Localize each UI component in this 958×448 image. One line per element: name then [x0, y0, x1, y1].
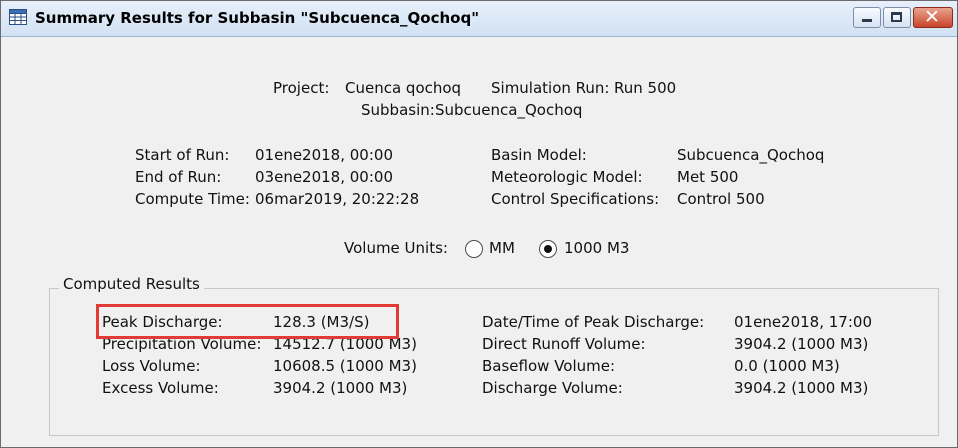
control-specifications-label: Control Specifications: [491, 190, 660, 208]
meteorologic-model-value: Met 500 [677, 168, 739, 186]
loss-volume-label: Loss Volume: [102, 357, 201, 375]
start-of-run-value: 01ene2018, 00:00 [255, 146, 393, 164]
baseflow-volume-label: Baseflow Volume: [482, 357, 616, 375]
loss-volume-value: 10608.5 (1000 M3) [273, 357, 417, 375]
excess-volume-value: 3904.2 (1000 M3) [273, 379, 408, 397]
volume-units-1000m3-label[interactable]: 1000 M3 [564, 239, 629, 257]
maximize-icon [891, 12, 902, 22]
minimize-icon [862, 19, 872, 22]
maximize-button[interactable] [883, 7, 911, 28]
peak-datetime-label: Date/Time of Peak Discharge: [482, 313, 705, 331]
project-label: Project: [273, 79, 330, 97]
computed-results-legend: Computed Results [59, 275, 204, 293]
simulation-run-label: Simulation Run: [491, 79, 610, 97]
close-button[interactable]: ✕ [913, 6, 953, 28]
table-grid-icon [9, 9, 27, 29]
control-specifications-value: Control 500 [677, 190, 765, 208]
subbasin-label: Subbasin: [361, 101, 435, 119]
discharge-volume-label: Discharge Volume: [482, 379, 623, 397]
excess-volume-label: Excess Volume: [102, 379, 219, 397]
simulation-run-value: Run 500 [614, 79, 677, 97]
basin-model-label: Basin Model: [491, 146, 587, 164]
minimize-button[interactable] [853, 7, 881, 28]
baseflow-volume-value: 0.0 (1000 M3) [734, 357, 840, 375]
volume-units-mm-radio[interactable] [465, 240, 483, 258]
close-icon: ✕ [924, 6, 940, 28]
peak-datetime-value: 01ene2018, 17:00 [734, 313, 872, 331]
volume-units-mm-label[interactable]: MM [489, 239, 515, 257]
volume-units-label: Volume Units: [344, 239, 448, 257]
compute-time-label: Compute Time: [135, 190, 250, 208]
volume-units-1000m3-radio[interactable] [539, 240, 557, 258]
end-of-run-label: End of Run: [135, 168, 222, 186]
title-bar[interactable]: Summary Results for Subbasin "Subcuenca_… [1, 1, 957, 37]
start-of-run-label: Start of Run: [135, 146, 230, 164]
compute-time-value: 06mar2019, 20:22:28 [255, 190, 420, 208]
project-value: Cuenca qochoq [345, 79, 462, 97]
summary-results-window: Summary Results for Subbasin "Subcuenca_… [0, 0, 958, 448]
direct-runoff-volume-label: Direct Runoff Volume: [482, 335, 646, 353]
peak-discharge-highlight-box [96, 304, 399, 339]
meteorologic-model-label: Meteorologic Model: [491, 168, 643, 186]
window-title: Summary Results for Subbasin "Subcuenca_… [35, 9, 480, 27]
direct-runoff-volume-value: 3904.2 (1000 M3) [734, 335, 869, 353]
basin-model-value: Subcuenca_Qochoq [677, 146, 825, 164]
subbasin-value: Subcuenca_Qochoq [435, 101, 583, 119]
discharge-volume-value: 3904.2 (1000 M3) [734, 379, 869, 397]
end-of-run-value: 03ene2018, 00:00 [255, 168, 393, 186]
